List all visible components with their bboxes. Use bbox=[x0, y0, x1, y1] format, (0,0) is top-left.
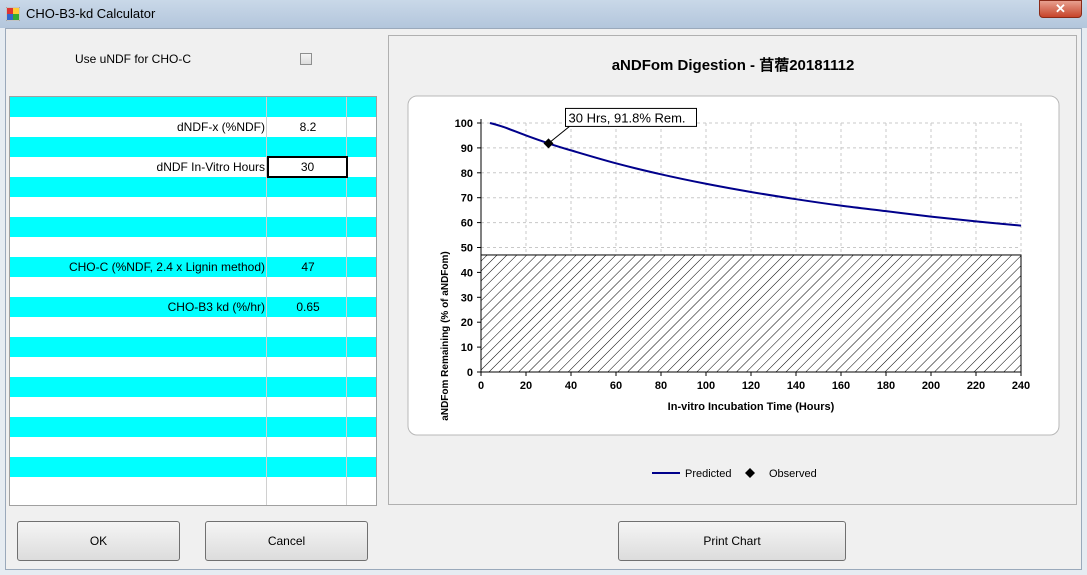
ok-button[interactable]: OK bbox=[17, 521, 180, 561]
grid-label-invitro-hours: dNDF In-Vitro Hours bbox=[156, 160, 265, 174]
y-tick-label: 10 bbox=[461, 342, 473, 354]
legend-observed-label: Observed bbox=[769, 468, 817, 480]
x-tick-label: 80 bbox=[655, 380, 667, 392]
grid-label-dndf-x: dNDF-x (%NDF) bbox=[177, 120, 265, 134]
y-tick-label: 90 bbox=[461, 143, 473, 155]
close-icon: ✕ bbox=[1055, 1, 1066, 16]
window-title: CHO-B3-kd Calculator bbox=[26, 6, 156, 21]
grid-row-band bbox=[10, 177, 376, 197]
x-tick-label: 200 bbox=[922, 380, 940, 392]
grid-row-band bbox=[10, 377, 376, 397]
x-tick-label: 180 bbox=[877, 380, 895, 392]
y-tick-label: 40 bbox=[461, 267, 473, 279]
use-undf-checkbox[interactable] bbox=[300, 53, 312, 65]
x-tick-label: 0 bbox=[478, 380, 484, 392]
y-tick-label: 60 bbox=[461, 218, 473, 230]
y-tick-label: 100 bbox=[455, 118, 473, 130]
grid-row-band bbox=[10, 137, 376, 157]
grid-label-cho-c: CHO-C (%NDF, 2.4 x Lignin method) bbox=[68, 260, 265, 274]
x-tick-label: 100 bbox=[697, 380, 715, 392]
x-tick-label: 120 bbox=[742, 380, 760, 392]
y-tick-label: 30 bbox=[461, 292, 473, 304]
chart-panel: aNDFom Digestion - 苜蓿20181112 0 20 40 60 80 1… bbox=[388, 35, 1077, 505]
x-axis-label: In-vitro Incubation Time (Hours) bbox=[668, 401, 835, 413]
x-tick-label: 140 bbox=[787, 380, 805, 392]
title-bar: CHO-B3-kd Calculator ✕ bbox=[0, 0, 1087, 28]
x-tick-label: 40 bbox=[565, 380, 577, 392]
y-tick-label: 50 bbox=[461, 243, 473, 255]
print-chart-button[interactable]: Print Chart bbox=[618, 521, 846, 561]
hatched-region bbox=[480, 254, 1022, 373]
y-axis-label: aNDFom Remaining (% of aNDFom) bbox=[440, 251, 451, 420]
grid-value-dndf-x[interactable]: 8.2 bbox=[268, 117, 348, 137]
legend-observed-icon bbox=[745, 468, 755, 478]
grid-row-band bbox=[10, 337, 376, 357]
grid-input-invitro-hours[interactable]: 30 bbox=[267, 156, 348, 178]
x-tick-label: 220 bbox=[967, 380, 985, 392]
digestion-chart: aNDFom Digestion - 苜蓿20181112 0 20 40 60 80 1… bbox=[407, 56, 1060, 480]
chart-title: aNDFom Digestion - 苜蓿20181112 bbox=[612, 56, 855, 74]
grid-row-band bbox=[10, 97, 376, 117]
app-icon bbox=[6, 7, 20, 21]
grid-row-band bbox=[10, 217, 376, 237]
grid-row-band bbox=[10, 457, 376, 477]
use-undf-label: Use uNDF for CHO-C bbox=[75, 52, 192, 66]
x-tick-label: 160 bbox=[832, 380, 850, 392]
grid-label-cho-b3-kd: CHO-B3 kd (%/hr) bbox=[167, 300, 265, 314]
close-button[interactable]: ✕ bbox=[1039, 0, 1082, 18]
x-tick-label: 240 bbox=[1012, 380, 1030, 392]
grid-value-cho-c[interactable]: 47 bbox=[268, 257, 348, 277]
y-tick-label: 70 bbox=[461, 193, 473, 205]
legend: Predicted Observed bbox=[652, 468, 817, 480]
x-tick-label: 60 bbox=[610, 380, 622, 392]
cancel-button[interactable]: Cancel bbox=[205, 521, 368, 561]
y-tick-label: 0 bbox=[467, 367, 473, 379]
legend-predicted-label: Predicted bbox=[685, 468, 731, 480]
y-tick-label: 20 bbox=[461, 317, 473, 329]
x-tick-label: 20 bbox=[520, 380, 532, 392]
y-tick-label: 80 bbox=[461, 168, 473, 180]
annotation-text: 30 Hrs, 91.8% Rem. bbox=[569, 110, 686, 125]
grid-value-cho-b3-kd[interactable]: 0.65 bbox=[268, 297, 348, 317]
input-grid: dNDF-x (%NDF) 8.2 dNDF In-Vitro Hours 30… bbox=[9, 96, 377, 506]
grid-row-band bbox=[10, 417, 376, 437]
